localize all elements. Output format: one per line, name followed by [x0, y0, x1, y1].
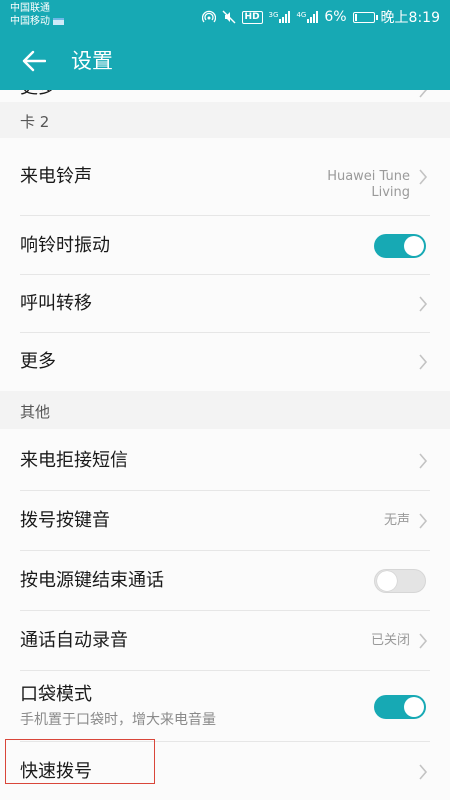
chevron-right-icon — [419, 633, 428, 649]
ringtone-value-line2: Living — [371, 185, 410, 200]
battery-level — [354, 13, 357, 21]
row-label: 口袋模式 — [20, 684, 92, 705]
chevron-right-icon — [419, 513, 428, 529]
signal-bars-icon — [279, 11, 291, 23]
app-bar: 设置 — [0, 32, 450, 90]
reject-sms-row[interactable]: 来电拒接短信 — [0, 429, 450, 491]
signal-2: 4G — [296, 11, 319, 23]
power-end-call-toggle[interactable] — [374, 569, 426, 593]
status-icons: HD 3G 4G 6% 晚上8:19 — [201, 7, 440, 27]
status-bar: 中国联通 中国移动 HD 3G 4G 6% 晚上8:19 — [0, 0, 450, 32]
carrier-info: 中国联通 中国移动 — [10, 2, 64, 28]
chevron-right-icon — [419, 764, 428, 780]
settings-list: 更多 卡 2 来电铃声 Huawei Tune Living 响铃时振动 呼叫转… — [0, 90, 450, 800]
row-label: 来电铃声 — [20, 166, 92, 187]
chevron-right-icon — [419, 169, 428, 185]
toggle-knob — [404, 697, 424, 717]
power-end-call-row[interactable]: 按电源键结束通话 — [0, 551, 450, 611]
pocket-mode-row[interactable]: 口袋模式 手机置于口袋时，增大来电音量 — [0, 671, 450, 742]
auto-record-value: 已关闭 — [370, 633, 410, 648]
chevron-right-icon — [419, 296, 428, 312]
row-label: 按电源键结束通话 — [20, 570, 164, 591]
dial-tone-value: 无声 — [383, 513, 410, 528]
row-label: 呼叫转移 — [20, 293, 92, 314]
row-label: 更多 — [20, 351, 56, 372]
hd-badge: HD — [241, 10, 263, 24]
row-label: 拨号按键音 — [20, 510, 110, 531]
network-type-2: 4G — [296, 11, 307, 19]
ringtone-row[interactable]: 来电铃声 Huawei Tune Living — [0, 138, 450, 216]
chevron-right-icon — [419, 453, 428, 469]
dial-tone-row[interactable]: 拨号按键音 无声 — [0, 491, 450, 551]
network-type-1: 3G — [268, 11, 279, 19]
signal-1: 3G — [269, 11, 291, 23]
carrier-1: 中国联通 — [10, 3, 50, 14]
section-header-card2: 卡 2 — [0, 102, 450, 138]
carrier-2: 中国移动 — [10, 16, 50, 27]
chevron-right-icon — [419, 90, 428, 98]
section-header-other: 其他 — [0, 391, 450, 429]
mute-icon — [222, 10, 236, 24]
back-arrow-icon — [22, 50, 46, 72]
page-title: 设置 — [71, 49, 113, 73]
toggle-knob — [404, 236, 424, 256]
section-title: 卡 2 — [20, 113, 50, 131]
row-subtitle: 手机置于口袋时，增大来电音量 — [20, 712, 216, 728]
back-button[interactable] — [12, 41, 56, 81]
section-title: 其他 — [20, 403, 51, 421]
battery-percent: 6% — [324, 9, 347, 25]
hotspot-icon — [201, 10, 216, 23]
signal-bars-icon — [307, 11, 319, 23]
row-label: 通话自动录音 — [20, 630, 128, 651]
auto-record-row[interactable]: 通话自动录音 已关闭 — [0, 611, 450, 671]
row-label: 更多 — [20, 90, 56, 100]
toggle-knob — [377, 571, 397, 591]
clock: 晚上8:19 — [380, 10, 440, 26]
row-label: 快速拨号 — [20, 761, 92, 782]
more-row-partial[interactable]: 更多 — [0, 90, 450, 102]
more-row[interactable]: 更多 — [0, 333, 450, 391]
ringtone-value-line1: Huawei Tune — [327, 169, 410, 184]
row-label: 响铃时振动 — [20, 235, 110, 256]
pocket-mode-toggle[interactable] — [374, 695, 426, 719]
vibrate-toggle[interactable] — [374, 234, 426, 258]
sim-flag-icon — [53, 17, 64, 25]
ringtone-value: Huawei Tune Living — [327, 169, 410, 201]
battery-icon — [352, 11, 378, 23]
call-forward-row[interactable]: 呼叫转移 — [0, 275, 450, 333]
speed-dial-row[interactable]: 快速拨号 — [0, 742, 450, 800]
row-label: 来电拒接短信 — [20, 450, 128, 471]
chevron-right-icon — [419, 354, 428, 370]
vibrate-row[interactable]: 响铃时振动 — [0, 216, 450, 275]
